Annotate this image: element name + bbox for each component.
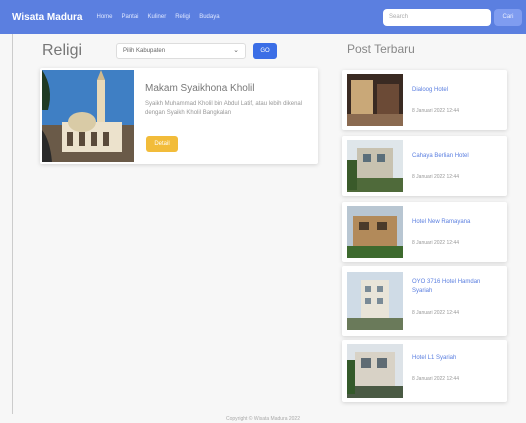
- post-thumbnail: [347, 140, 403, 192]
- sidebar-title: Post Terbaru: [347, 42, 415, 56]
- nav-link-budaya[interactable]: Budaya: [199, 14, 219, 20]
- post-thumbnail: [347, 344, 403, 398]
- post-date: 8 Januari 2022 12:44: [412, 174, 459, 180]
- go-button[interactable]: GO: [253, 43, 277, 59]
- nav-links: Home Pantai Kuliner Religi Budaya: [96, 14, 219, 20]
- page-divider: [12, 34, 13, 414]
- kabupaten-select[interactable]: Pilih Kabupaten ⌄: [116, 43, 246, 59]
- nav-link-kuliner[interactable]: Kuliner: [148, 14, 167, 20]
- post-title[interactable]: OYO 3716 Hotel Hamdan Syariah: [412, 278, 497, 296]
- page-title: Religi: [42, 42, 83, 59]
- post-thumbnail: [347, 272, 403, 330]
- nav-link-home[interactable]: Home: [96, 14, 112, 20]
- card-title[interactable]: Makam Syaikhona Kholil: [145, 83, 255, 94]
- post-thumbnail: [347, 206, 403, 258]
- post-item[interactable]: Hotel New Ramayana 8 Januari 2022 12:44: [342, 202, 507, 262]
- destination-card: Makam Syaikhona Kholil Syaikh Muhammad K…: [40, 68, 318, 164]
- post-date: 8 Januari 2022 12:44: [412, 376, 459, 382]
- search-input[interactable]: Search: [383, 9, 491, 26]
- post-title[interactable]: Hotel L1 Syariah: [412, 354, 497, 363]
- nav-link-religi[interactable]: Religi: [175, 14, 190, 20]
- brand-logo[interactable]: Wisata Madura: [12, 12, 82, 23]
- post-date: 8 Januari 2022 12:44: [412, 240, 459, 246]
- navbar: Wisata Madura Home Pantai Kuliner Religi…: [0, 0, 526, 34]
- card-description: Syaikh Muhammad Kholil bin Abdul Latif, …: [145, 101, 303, 116]
- post-item[interactable]: Hotel L1 Syariah 8 Januari 2022 12:44: [342, 340, 507, 402]
- post-thumbnail: [347, 74, 403, 126]
- chevron-down-icon: ⌄: [233, 47, 239, 54]
- select-value: Pilih Kabupaten: [123, 48, 166, 54]
- post-item[interactable]: OYO 3716 Hotel Hamdan Syariah 8 Januari …: [342, 266, 507, 336]
- post-date: 8 Januari 2022 12:44: [412, 310, 459, 316]
- post-title[interactable]: Cahaya Berlian Hotel: [412, 152, 497, 161]
- post-title[interactable]: Hotel New Ramayana: [412, 218, 497, 227]
- search-button[interactable]: Cari: [494, 9, 522, 26]
- detail-button[interactable]: Detail: [146, 136, 178, 152]
- post-item[interactable]: Cahaya Berlian Hotel 8 Januari 2022 12:4…: [342, 136, 507, 196]
- footer-copyright: Copyright © Wisata Madura 2022: [226, 416, 300, 422]
- post-date: 8 Januari 2022 12:44: [412, 108, 459, 114]
- mosque-image: [42, 70, 134, 162]
- post-title[interactable]: Dialoog Hotel: [412, 86, 497, 95]
- nav-link-pantai[interactable]: Pantai: [122, 14, 139, 20]
- post-item[interactable]: Dialoog Hotel 8 Januari 2022 12:44: [342, 70, 507, 130]
